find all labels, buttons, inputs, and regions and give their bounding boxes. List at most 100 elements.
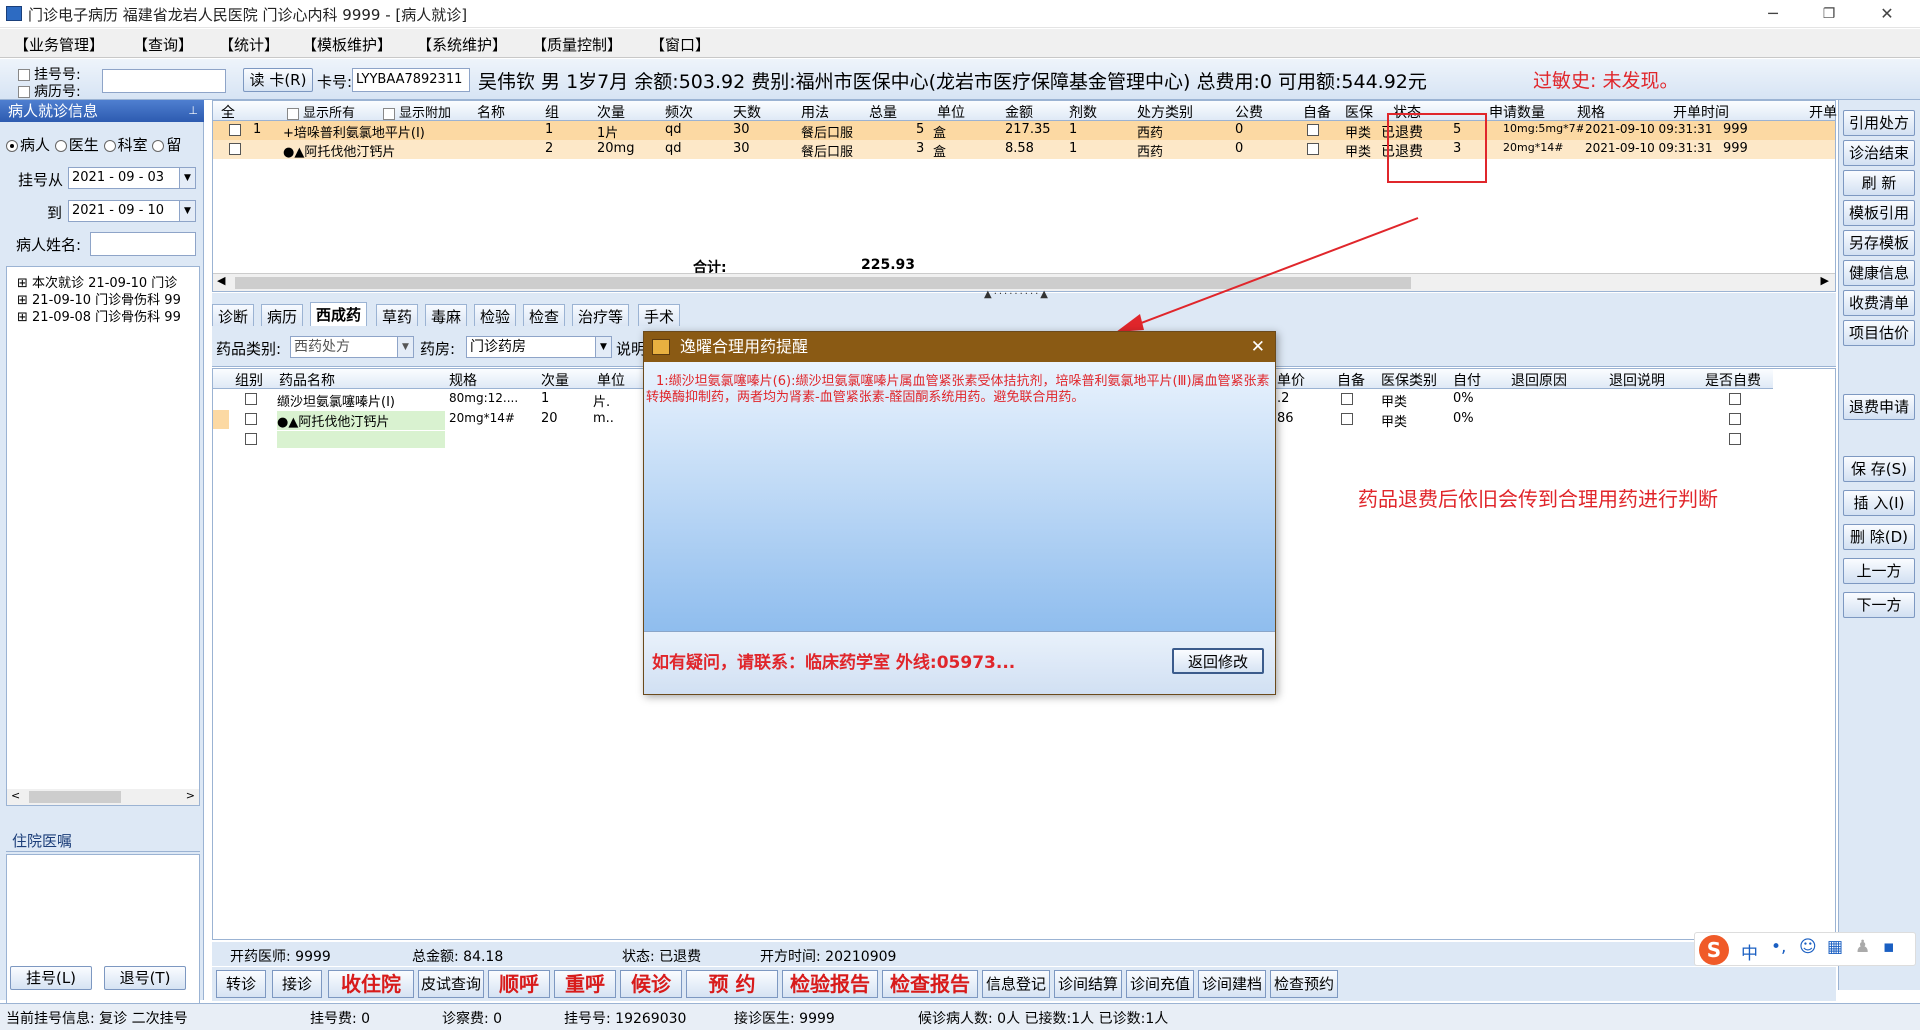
tab-treatment[interactable]: 治疗等 <box>572 304 630 326</box>
keyboard-icon[interactable]: ▦ <box>1827 937 1843 957</box>
radio-dept[interactable]: 科室 <box>103 136 148 154</box>
unregister-button[interactable]: 退号(T) <box>104 966 186 990</box>
self-pay-checkbox[interactable] <box>1729 413 1741 425</box>
chevron-down-icon[interactable]: ▼ <box>595 337 611 357</box>
pharmacy-select[interactable]: 门诊药房 ▼ <box>466 336 612 358</box>
patient-name-input[interactable] <box>90 232 196 256</box>
info-register-button[interactable]: 信息登记 <box>982 970 1050 998</box>
chevron-down-icon[interactable]: ▼ <box>179 168 195 188</box>
drug-category-select[interactable]: 西药处方 ▼ <box>290 336 414 358</box>
tab-record[interactable]: 病历 <box>261 304 304 326</box>
scroll-left-icon[interactable]: < <box>11 789 20 802</box>
next-call-button[interactable]: 顺呼 <box>488 970 550 998</box>
ime-punct[interactable]: •, <box>1771 937 1786 957</box>
restore-button[interactable]: ❐ <box>1806 0 1852 28</box>
menu-system[interactable]: 【系统维护】 <box>417 34 507 55</box>
menu-template[interactable]: 【模板维护】 <box>302 34 392 55</box>
exam-booking-button[interactable]: 检查预约 <box>1270 970 1338 998</box>
self-supply-checkbox[interactable] <box>1307 143 1319 155</box>
scroll-right-icon[interactable]: ▶ <box>1821 274 1829 287</box>
self-pay-checkbox[interactable] <box>1729 393 1741 405</box>
read-card-button[interactable]: 读 卡(R) <box>243 68 313 92</box>
finish-treatment-button[interactable]: 诊治结束 <box>1843 140 1915 166</box>
admit-button[interactable]: 收住院 <box>328 970 414 998</box>
return-modify-button[interactable]: 返回修改 <box>1172 648 1264 674</box>
exam-report-button[interactable]: 检查报告 <box>882 970 978 998</box>
tab-surgery[interactable]: 手术 <box>638 304 681 326</box>
splitter-grip-icon[interactable]: ▲·········▲ <box>984 289 1050 300</box>
inpatient-orders-header[interactable]: 住院医嘱 <box>6 830 200 852</box>
transfer-button[interactable]: 转诊 <box>216 970 266 998</box>
menu-query[interactable]: 【查询】 <box>133 34 193 55</box>
waiting-button[interactable]: 候诊 <box>620 970 682 998</box>
tab-narcotic[interactable]: 毒麻 <box>425 304 468 326</box>
chevron-down-icon[interactable]: ▼ <box>179 201 195 221</box>
self-pay-checkbox[interactable] <box>1729 433 1741 445</box>
show-extra-option[interactable]: 显示附加 <box>383 102 451 121</box>
card-no-input[interactable]: LYYBAA7892311 <box>352 68 470 92</box>
chevron-down-icon[interactable]: ▼ <box>397 337 413 357</box>
scroll-right-icon[interactable]: > <box>186 789 195 802</box>
prescription-row[interactable]: 1 +培哚普利氨氯地平片(Ⅰ) 1 1片 qd 30 餐后口服 5 盒 217.… <box>213 121 1835 141</box>
tree-hscrollbar[interactable]: < > <box>7 789 199 805</box>
row-checkbox[interactable] <box>245 413 257 425</box>
record-no-option[interactable]: 病历号: <box>18 81 81 101</box>
row-checkbox[interactable] <box>245 433 257 445</box>
save-button[interactable]: 保 存(S) <box>1843 456 1915 482</box>
splitter[interactable]: ▲·········▲ <box>212 289 1836 301</box>
tab-exam[interactable]: 检查 <box>523 304 566 326</box>
row-checkbox[interactable] <box>245 393 257 405</box>
template-cite-button[interactable]: 模板引用 <box>1843 200 1915 226</box>
close-button[interactable]: ✕ <box>1864 0 1910 28</box>
grid-icon[interactable]: ▪ <box>1883 937 1895 957</box>
user-icon[interactable]: ♟ <box>1855 937 1870 957</box>
next-prescription-button[interactable]: 下一方 <box>1843 592 1915 618</box>
ime-toolbar[interactable]: S 中 •, ☺ ▦ ♟ ▪ <box>1694 932 1916 966</box>
lab-report-button[interactable]: 检验报告 <box>782 970 878 998</box>
pin-icon[interactable]: ⊥ <box>188 100 198 122</box>
prescription-row[interactable]: ●▲阿托伐他汀钙片 2 20mg qd 30 餐后口服 3 盒 8.58 1 西… <box>213 140 1835 160</box>
minimize-button[interactable]: ─ <box>1750 0 1796 28</box>
menu-statistics[interactable]: 【统计】 <box>219 34 279 55</box>
tab-western-medicine[interactable]: 西成药 <box>310 302 368 326</box>
scroll-thumb[interactable] <box>29 791 121 803</box>
date-from-input[interactable]: 2021 - 09 - 03 ▼ <box>68 167 196 189</box>
create-file-button[interactable]: 诊间建档 <box>1198 970 1266 998</box>
appointment-button[interactable]: 预 约 <box>686 970 778 998</box>
tab-herbal[interactable]: 草药 <box>376 304 419 326</box>
prev-prescription-button[interactable]: 上一方 <box>1843 558 1915 584</box>
settle-button[interactable]: 诊间结算 <box>1054 970 1122 998</box>
radio-patient[interactable]: 病人 <box>6 136 50 154</box>
estimate-button[interactable]: 项目估价 <box>1843 320 1915 346</box>
skin-test-button[interactable]: 皮试查询 <box>418 970 484 998</box>
row-checkbox[interactable] <box>229 143 241 155</box>
receive-button[interactable]: 接诊 <box>272 970 322 998</box>
refresh-button[interactable]: 刷 新 <box>1843 170 1915 196</box>
dialog-close-icon[interactable]: ✕ <box>1251 332 1265 362</box>
charge-list-button[interactable]: 收费清单 <box>1843 290 1915 316</box>
menu-quality[interactable]: 【质量控制】 <box>532 34 622 55</box>
insert-button[interactable]: 插 入(I) <box>1843 490 1915 516</box>
health-info-button[interactable]: 健康信息 <box>1843 260 1915 286</box>
scroll-left-icon[interactable]: ◀ <box>217 274 225 287</box>
radio-doctor[interactable]: 医生 <box>54 136 99 154</box>
tab-diagnosis[interactable]: 诊断 <box>212 304 255 326</box>
cite-prescription-button[interactable]: 引用处方 <box>1843 110 1915 136</box>
ime-lang[interactable]: 中 <box>1741 939 1758 964</box>
emoji-icon[interactable]: ☺ <box>1799 937 1817 957</box>
self-supply-checkbox[interactable] <box>1307 124 1319 136</box>
recall-button[interactable]: 重呼 <box>554 970 616 998</box>
self-supply-checkbox[interactable] <box>1341 393 1353 405</box>
radio-stay[interactable]: 留 <box>152 136 181 154</box>
row-checkbox[interactable] <box>229 124 241 136</box>
save-template-button[interactable]: 另存模板 <box>1843 230 1915 256</box>
tab-lab[interactable]: 检验 <box>474 304 517 326</box>
col-all[interactable]: 全 <box>221 102 235 122</box>
menu-window[interactable]: 【窗口】 <box>650 34 710 55</box>
show-all-option[interactable]: 显示所有 <box>287 102 355 121</box>
refund-request-button[interactable]: 退费申请 <box>1843 394 1915 420</box>
delete-button[interactable]: 删 除(D) <box>1843 524 1915 550</box>
recharge-button[interactable]: 诊间充值 <box>1126 970 1194 998</box>
menu-business[interactable]: 【业务管理】 <box>14 34 104 55</box>
reg-no-input[interactable] <box>102 69 226 93</box>
